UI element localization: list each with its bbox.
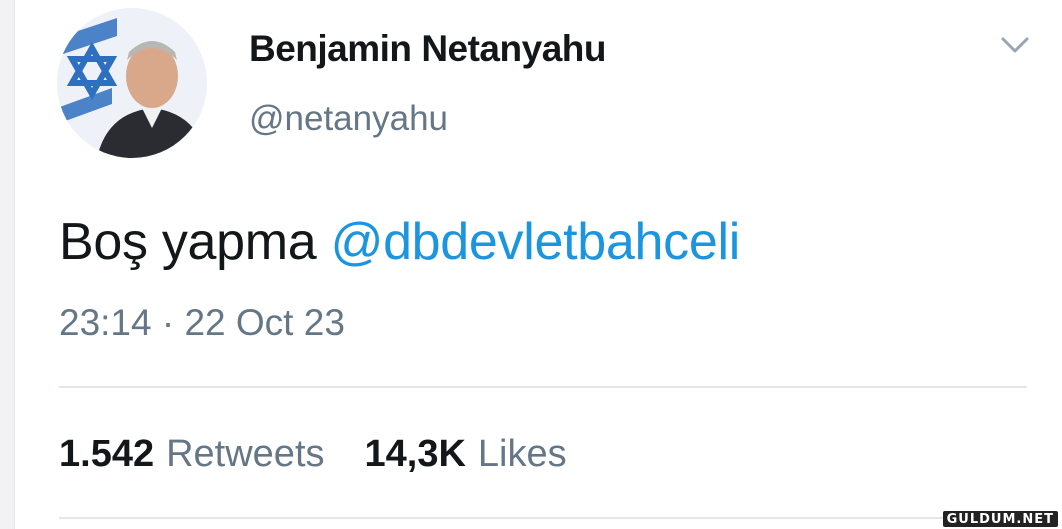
tweet-text-plain: Boş yapma	[59, 213, 331, 271]
retweets-stat[interactable]: 1.542 Retweets	[59, 433, 325, 476]
likes-count: 14,3K	[364, 433, 466, 475]
retweets-count: 1.542	[59, 433, 155, 475]
retweets-label: Retweets	[166, 433, 325, 475]
likes-label: Likes	[477, 433, 567, 475]
tweet-timestamp[interactable]: 23:14 · 22 Oct 23	[59, 302, 345, 344]
avatar[interactable]	[57, 8, 207, 158]
likes-stat[interactable]: 14,3K Likes	[365, 433, 567, 476]
divider	[59, 517, 1027, 519]
chevron-down-icon	[1001, 37, 1029, 53]
author-handle[interactable]: @netanyahu	[249, 99, 448, 139]
tweet-card: Benjamin Netanyahu @netanyahu Boş yapma …	[14, 0, 1062, 529]
divider	[59, 386, 1027, 388]
author-display-name[interactable]: Benjamin Netanyahu	[249, 28, 606, 70]
avatar-portrait	[57, 8, 207, 158]
watermark: GULDUM.NET	[942, 511, 1058, 527]
tweet-menu-button[interactable]	[997, 30, 1033, 60]
tweet-text: Boş yapma @dbdevletbahceli	[59, 212, 740, 272]
tweet-stats: 1.542 Retweets 14,3K Likes	[59, 433, 567, 476]
mention-link[interactable]: @dbdevletbahceli	[331, 213, 741, 271]
